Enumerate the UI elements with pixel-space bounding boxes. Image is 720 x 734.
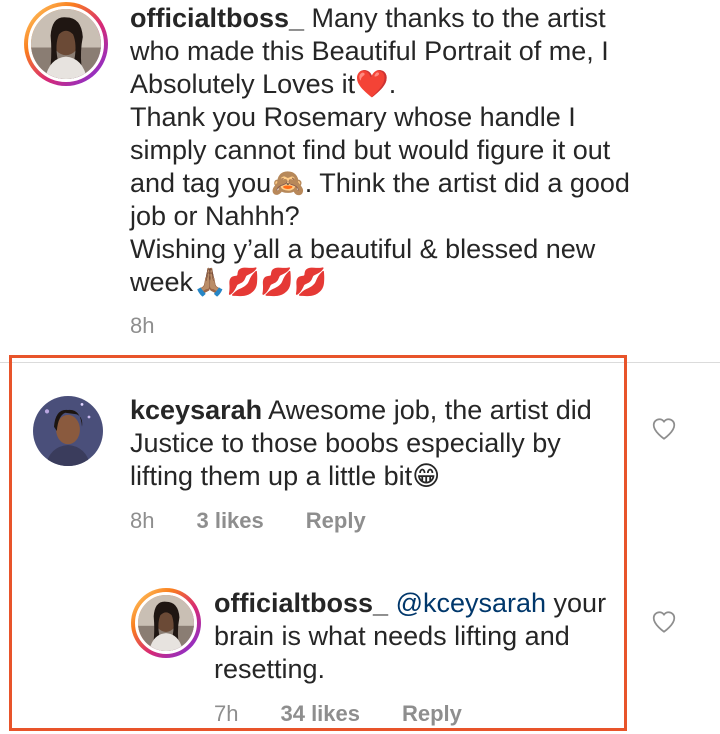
caption-body: Many thanks to the artist who made this … — [130, 3, 630, 297]
reply-timestamp: 7h — [214, 701, 239, 726]
caption-username[interactable]: officialtboss_ — [130, 3, 304, 33]
profile-photo-icon — [33, 396, 103, 466]
comment-reply-button[interactable]: Reply — [306, 508, 366, 534]
reply-mention[interactable]: @kceysarah — [396, 588, 546, 618]
post-caption: officialtboss_ Many thanks to the artist… — [0, 0, 720, 350]
profile-photo-icon — [31, 9, 101, 79]
comment-timestamp: 8h — [130, 508, 155, 533]
comment-text: kceysarah Awesome job, the artist did Ju… — [130, 394, 620, 493]
reply-reply-button[interactable]: Reply — [402, 701, 462, 727]
caption-timestamp: 8h — [130, 313, 155, 338]
profile-photo-icon — [138, 595, 194, 651]
comment-meta: 8h 3 likes Reply — [130, 508, 366, 534]
reply-username[interactable]: officialtboss_ — [214, 588, 388, 618]
reply-likes[interactable]: 34 likes — [280, 701, 360, 727]
caption-avatar[interactable] — [24, 2, 108, 86]
reply-avatar[interactable] — [131, 588, 201, 658]
comment-username[interactable]: kceysarah — [130, 395, 262, 425]
comment-avatar[interactable] — [33, 396, 103, 466]
caption-meta: 8h — [130, 313, 154, 339]
heart-outline-icon[interactable] — [651, 609, 677, 635]
heart-outline-icon[interactable] — [651, 416, 677, 442]
caption-text: officialtboss_ Many thanks to the artist… — [130, 2, 710, 299]
comment-likes[interactable]: 3 likes — [196, 508, 263, 534]
reply-meta: 7h 34 likes Reply — [214, 701, 462, 727]
reply-text: officialtboss_ @kceysarah your brain is … — [214, 587, 624, 686]
